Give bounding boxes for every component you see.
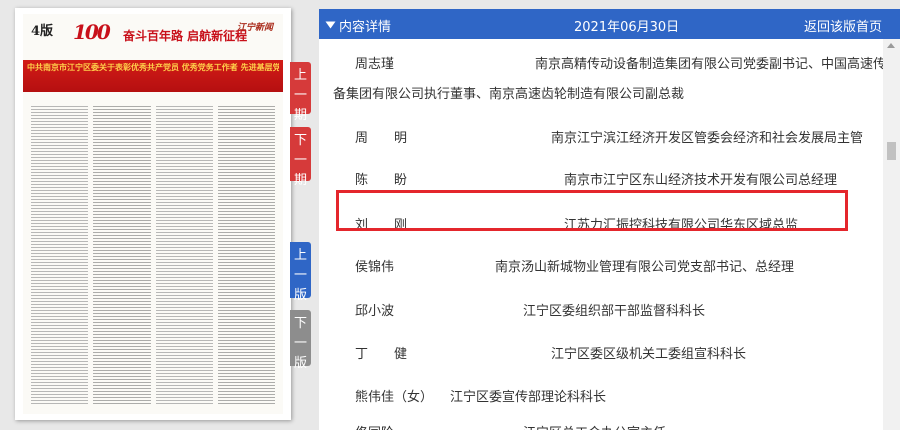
text-column [31,104,89,406]
prev-page-char: 版 [293,288,307,303]
person-name: 周 明 [355,131,408,146]
person-title: 南京江宁滨江经济开发区管委会经济和社会发展局主管 [551,131,864,146]
prev-page-char: 一 [293,268,307,283]
newspaper-thumbnail[interactable]: 4版 100 奋斗百年路 启航新征程 江宁新闻 中共南京市江宁区委关于表彰优秀共… [15,8,291,420]
text-column [217,104,275,406]
newspaper-text-columns [31,104,275,406]
next-page-button[interactable]: 下 一 版 [290,310,311,371]
prev-page-button[interactable]: 上 一 版 [290,242,311,303]
next-page-char: 版 [293,356,307,371]
page-number: 4版 [31,24,54,39]
prev-issue-char: 上 [293,68,307,83]
newspaper-headline: 中共南京市江宁区委关于表彰优秀共产党员 优秀党务工作者 先进基层党组织的决定 [27,63,279,72]
newspaper-headline-banner: 中共南京市江宁区委关于表彰优秀共产党员 优秀党务工作者 先进基层党组织的决定 [23,60,283,92]
person-title-continued: 备集团有限公司执行董事、南京高速齿轮制造有限公司副总裁 [333,87,685,102]
next-page-char: 下 [293,316,307,331]
scrollbar-thumb[interactable] [887,142,896,160]
person-name: 邱小波 [355,304,395,319]
person-title: 江苏力汇振控科技有限公司华东区域总监 [564,218,799,233]
person-name: 刘 刚 [355,218,408,233]
person-name: 佟同阶 [355,422,394,430]
content-panel: 内容详情 2021年06月30日 返回该版首页 周志瑾 南京高精传动设备制造集团… [319,9,900,430]
triangle-bullet-icon [325,21,336,29]
person-title: 江宁区总工会办公室主任 [523,422,666,430]
newspaper-brand: 江宁新闻 [236,23,273,33]
next-issue-char: 下 [293,133,307,148]
person-name: 周志瑾 [355,57,395,72]
person-title: 南京市江宁区东山经济技术开发有限公司总经理 [564,173,838,188]
next-issue-button[interactable]: 下 一 期 [290,127,311,188]
person-title: 南京高精传动设备制造集团有限公司党委副书记、中国高速传动设 [535,57,900,72]
person-title: 江宁区委区级机关工委组宣科科长 [551,347,747,362]
next-issue-char: 期 [293,173,307,188]
person-title: 南京汤山新城物业管理有限公司党支部书记、总经理 [495,260,795,275]
newspaper-slogan: 奋斗百年路 启航新征程 [123,29,248,43]
person-title: 江宁区委宣传部理论科科长 [450,390,607,405]
person-name: 侯锦伟 [355,260,395,275]
text-column [155,104,213,406]
article-content: 周志瑾 南京高精传动设备制造集团有限公司党委副书记、中国高速传动设 备集团有限公… [333,39,900,430]
panel-title: 内容详情 [339,20,392,35]
next-issue-char: 一 [293,153,307,168]
person-name: 陈 盼 [355,173,408,188]
issue-date: 2021年06月30日 [574,20,680,35]
person-title: 江宁区委组织部干部监督科科长 [523,304,706,319]
newspaper-page[interactable]: 4版 100 奋斗百年路 启航新征程 江宁新闻 中共南京市江宁区委关于表彰优秀共… [23,14,283,414]
prev-issue-button[interactable]: 上 一 期 [290,62,311,123]
text-column [93,104,151,406]
back-to-page-home-link[interactable]: 返回该版首页 [804,16,882,35]
prev-issue-char: 一 [293,88,307,103]
vertical-scrollbar[interactable] [883,39,900,430]
panel-header: 内容详情 2021年06月30日 返回该版首页 [319,9,900,39]
prev-page-char: 上 [293,248,307,263]
anniversary-logo: 100 [73,20,111,44]
next-page-char: 一 [293,336,307,351]
person-name: 丁 健 [355,347,408,362]
prev-issue-char: 期 [293,108,307,123]
scroll-up-arrow-icon[interactable] [887,43,895,48]
person-name: 熊伟佳（女） [355,390,434,405]
